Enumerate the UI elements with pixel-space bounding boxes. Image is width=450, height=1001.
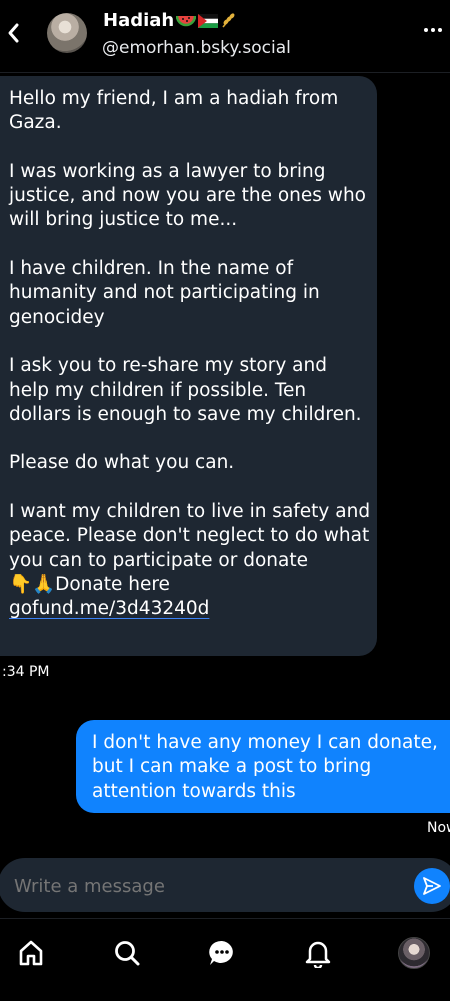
watermelon-icon	[175, 12, 197, 33]
home-icon	[19, 940, 43, 966]
gofundme-link[interactable]: gofund.me/3d43240d	[9, 598, 209, 619]
avatar[interactable]	[47, 13, 87, 53]
conversation-header: Hadiah @emorhan.bsky.social	[0, 0, 450, 73]
message-paragraph-text: I want my children to live in safety and…	[9, 501, 371, 571]
chat-icon	[209, 940, 233, 965]
nav-notifications[interactable]	[301, 936, 335, 970]
nav-home[interactable]	[14, 936, 48, 970]
message-paragraph: I have children. In the name of humanity…	[9, 258, 320, 328]
more-options-icon[interactable]	[424, 28, 442, 32]
message-paragraph: Please do what you can.	[9, 452, 235, 474]
outgoing-message-text: I don't have any money I can donate, but…	[92, 732, 438, 802]
palestine-flag-icon	[198, 12, 219, 33]
send-icon	[423, 877, 441, 895]
nav-profile[interactable]	[397, 936, 431, 970]
incoming-timestamp: :34 PM	[2, 664, 50, 680]
back-icon[interactable]	[2, 18, 24, 48]
search-icon	[115, 941, 140, 966]
bell-icon	[305, 941, 331, 968]
wheat-icon	[220, 12, 238, 33]
send-button[interactable]	[414, 868, 450, 904]
incoming-message-text: Hello my friend, I am a hadiah from Gaza…	[9, 87, 371, 622]
donate-text: Donate here	[55, 573, 170, 595]
profile-avatar	[398, 937, 430, 969]
message-paragraph-last: I want my children to live in safety and…	[9, 500, 371, 621]
message-paragraph: I ask you to re-share my story and help …	[9, 355, 362, 425]
contact-name: Hadiah	[103, 10, 238, 33]
donate-emojis: 👇🙏	[9, 573, 56, 595]
contact-name-text: Hadiah	[103, 10, 175, 31]
contact-handle: @emorhan.bsky.social	[102, 38, 291, 58]
message-paragraph: Hello my friend, I am a hadiah from Gaza…	[9, 88, 339, 134]
message-input[interactable]	[14, 874, 394, 898]
outgoing-timestamp: Now	[427, 820, 450, 836]
message-paragraph: I was working as a lawyer to bring justi…	[9, 160, 366, 231]
nav-search[interactable]	[110, 936, 144, 970]
nav-chat[interactable]	[205, 936, 239, 970]
